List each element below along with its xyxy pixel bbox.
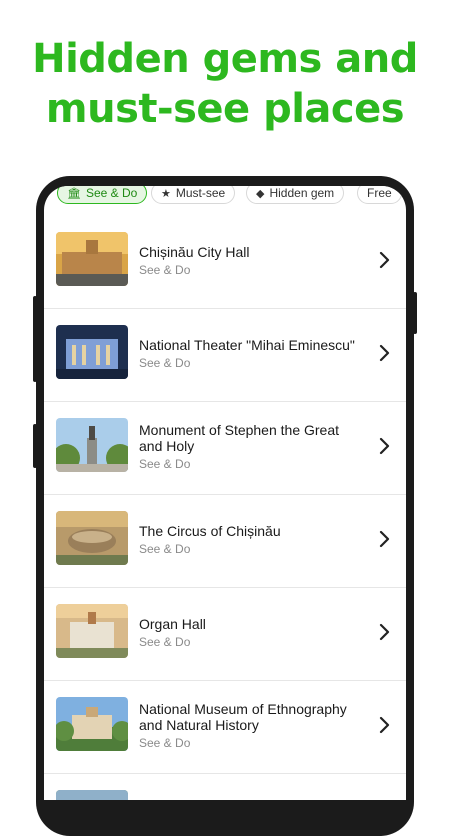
chip-label: Free bbox=[367, 186, 392, 200]
list-item[interactable]: The Circus of Chișinău See & Do bbox=[44, 495, 406, 588]
list-item-partial[interactable] bbox=[44, 774, 406, 800]
place-title: Organ Hall bbox=[139, 615, 206, 632]
place-category: See & Do bbox=[139, 541, 191, 556]
phone-side-button bbox=[33, 424, 37, 468]
list-item[interactable]: Chișinău City Hall See & Do bbox=[44, 216, 406, 309]
list-item[interactable]: National Museum of Ethnography and Natur… bbox=[44, 681, 406, 774]
headline-line-2: must-see places bbox=[45, 86, 405, 132]
place-category: See & Do bbox=[139, 355, 191, 370]
app-screen: 🏛 See & Do ★ Must-see ◆ Hidden gem Free bbox=[44, 186, 406, 800]
place-thumbnail bbox=[56, 418, 128, 472]
place-thumbnail bbox=[56, 604, 128, 658]
list-item[interactable]: National Theater "Mihai Eminescu" See & … bbox=[44, 309, 406, 402]
chip-see-do[interactable]: 🏛 See & Do bbox=[57, 186, 148, 204]
place-title: The Circus of Chișinău bbox=[139, 522, 281, 539]
place-title: Monument of Stephen the Great and Holy bbox=[139, 421, 340, 454]
headline: Hidden gems and must-see places bbox=[0, 34, 450, 134]
chip-label: Must-see bbox=[175, 186, 226, 200]
place-title: Chișinău City Hall bbox=[139, 243, 250, 260]
list-item[interactable]: Organ Hall See & Do bbox=[44, 588, 406, 681]
chevron-right-icon bbox=[379, 716, 390, 734]
phone-side-button bbox=[413, 292, 417, 334]
places-list: Chișinău City Hall See & Do National The… bbox=[44, 216, 406, 800]
place-category: See & Do bbox=[139, 735, 191, 750]
diamond-icon: ◆ bbox=[256, 187, 265, 200]
place-thumbnail bbox=[56, 325, 128, 379]
chevron-right-icon bbox=[379, 530, 390, 548]
place-thumbnail bbox=[56, 697, 128, 751]
chevron-right-icon bbox=[379, 437, 390, 455]
chip-free[interactable]: Free bbox=[357, 186, 402, 204]
place-category: See & Do bbox=[139, 262, 191, 277]
place-thumbnail bbox=[56, 232, 128, 286]
chevron-right-icon bbox=[379, 251, 390, 269]
chip-label: See & Do bbox=[85, 186, 138, 200]
place-category: See & Do bbox=[139, 634, 191, 649]
place-thumbnail bbox=[56, 790, 128, 800]
chevron-right-icon bbox=[379, 344, 390, 362]
chevron-right-icon bbox=[379, 623, 390, 641]
list-item[interactable]: Monument of Stephen the Great and Holy S… bbox=[44, 402, 406, 495]
place-title: National Theater "Mihai Eminescu" bbox=[139, 336, 355, 353]
landmark-icon: 🏛 bbox=[67, 187, 81, 200]
chip-must-see[interactable]: ★ Must-see bbox=[151, 186, 236, 204]
phone-side-button bbox=[33, 296, 37, 382]
chip-hidden-gem[interactable]: ◆ Hidden gem bbox=[246, 186, 345, 204]
chip-label: Hidden gem bbox=[269, 186, 335, 200]
place-category: See & Do bbox=[139, 456, 191, 471]
place-thumbnail bbox=[56, 511, 128, 565]
headline-line-1: Hidden gems and bbox=[32, 36, 418, 82]
place-title: National Museum of Ethnography and Natur… bbox=[139, 700, 347, 733]
category-chips: 🏛 See & Do ★ Must-see ◆ Hidden gem Free bbox=[44, 186, 406, 206]
star-icon: ★ bbox=[161, 187, 171, 200]
